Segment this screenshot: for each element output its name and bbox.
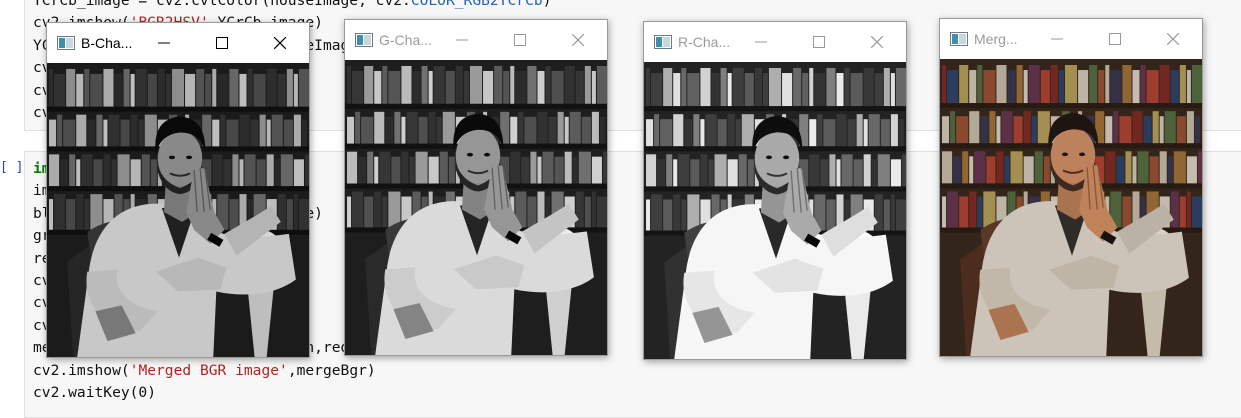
code-token: ) [542,0,552,9]
minimize-icon [456,39,468,41]
g-channel-image [345,60,607,355]
code-token: COLOR_RGB2YCrCb [410,0,543,9]
close-icon [1167,33,1179,45]
opencv-window-icon [57,36,75,50]
opencv-window-icon [355,33,373,47]
window-title: G-Cha... [379,32,432,48]
maximize-button[interactable] [1086,19,1144,59]
window-titlebar[interactable]: R-Cha... [644,22,906,62]
opencv-window-icon [950,32,968,46]
window-title: B-Cha... [81,35,133,51]
minimize-icon [755,41,767,43]
code-line: cv2.imshow('Merged BGR image',mergeBgr) [33,360,376,382]
window-titlebar[interactable]: B-Cha... [47,23,309,63]
code-token: YCrCb_image = cv2.cvtColor(houseImage, c… [33,0,411,9]
minimize-button[interactable] [135,23,193,63]
code-token: 'Merged BGR image' [129,361,288,379]
close-button[interactable] [1144,19,1202,59]
code-token: ,mergeBgr) [287,361,376,379]
code-token: cv2.waitKey(0) [33,384,157,402]
close-button[interactable] [549,20,607,60]
merged-bgr-window[interactable]: Merg... [939,18,1203,357]
r-channel-image [644,62,906,359]
opencv-window-icon [654,35,672,49]
minimize-icon [1051,38,1063,40]
minimize-button[interactable] [732,22,790,62]
window-title: R-Cha... [678,34,731,50]
code-token: cv2.imshow( [33,361,130,379]
b-channel-image [47,63,309,357]
code-line: cv2.waitKey(0) [33,382,376,404]
close-icon [274,37,286,49]
maximize-button[interactable] [790,22,848,62]
close-button[interactable] [251,23,309,63]
minimize-button[interactable] [1028,19,1086,59]
maximize-icon [813,36,825,48]
code-line: YCrCb_image = cv2.cvtColor(houseImage, c… [33,0,551,12]
close-button[interactable] [848,22,906,62]
close-icon [572,34,584,46]
window-titlebar[interactable]: G-Cha... [345,20,607,60]
maximize-icon [216,37,228,49]
minimize-button[interactable] [433,20,491,60]
window-titlebar[interactable]: Merg... [940,19,1202,59]
g-channel-window[interactable]: G-Cha... [344,19,608,356]
maximize-icon [514,34,526,46]
close-icon [871,36,883,48]
merged-bgr-image [940,59,1202,356]
maximize-button[interactable] [491,20,549,60]
r-channel-window[interactable]: R-Cha... [643,21,907,360]
minimize-icon [158,42,170,44]
window-title: Merg... [974,31,1018,47]
maximize-icon [1109,33,1121,45]
b-channel-window[interactable]: B-Cha... [46,22,310,358]
maximize-button[interactable] [193,23,251,63]
